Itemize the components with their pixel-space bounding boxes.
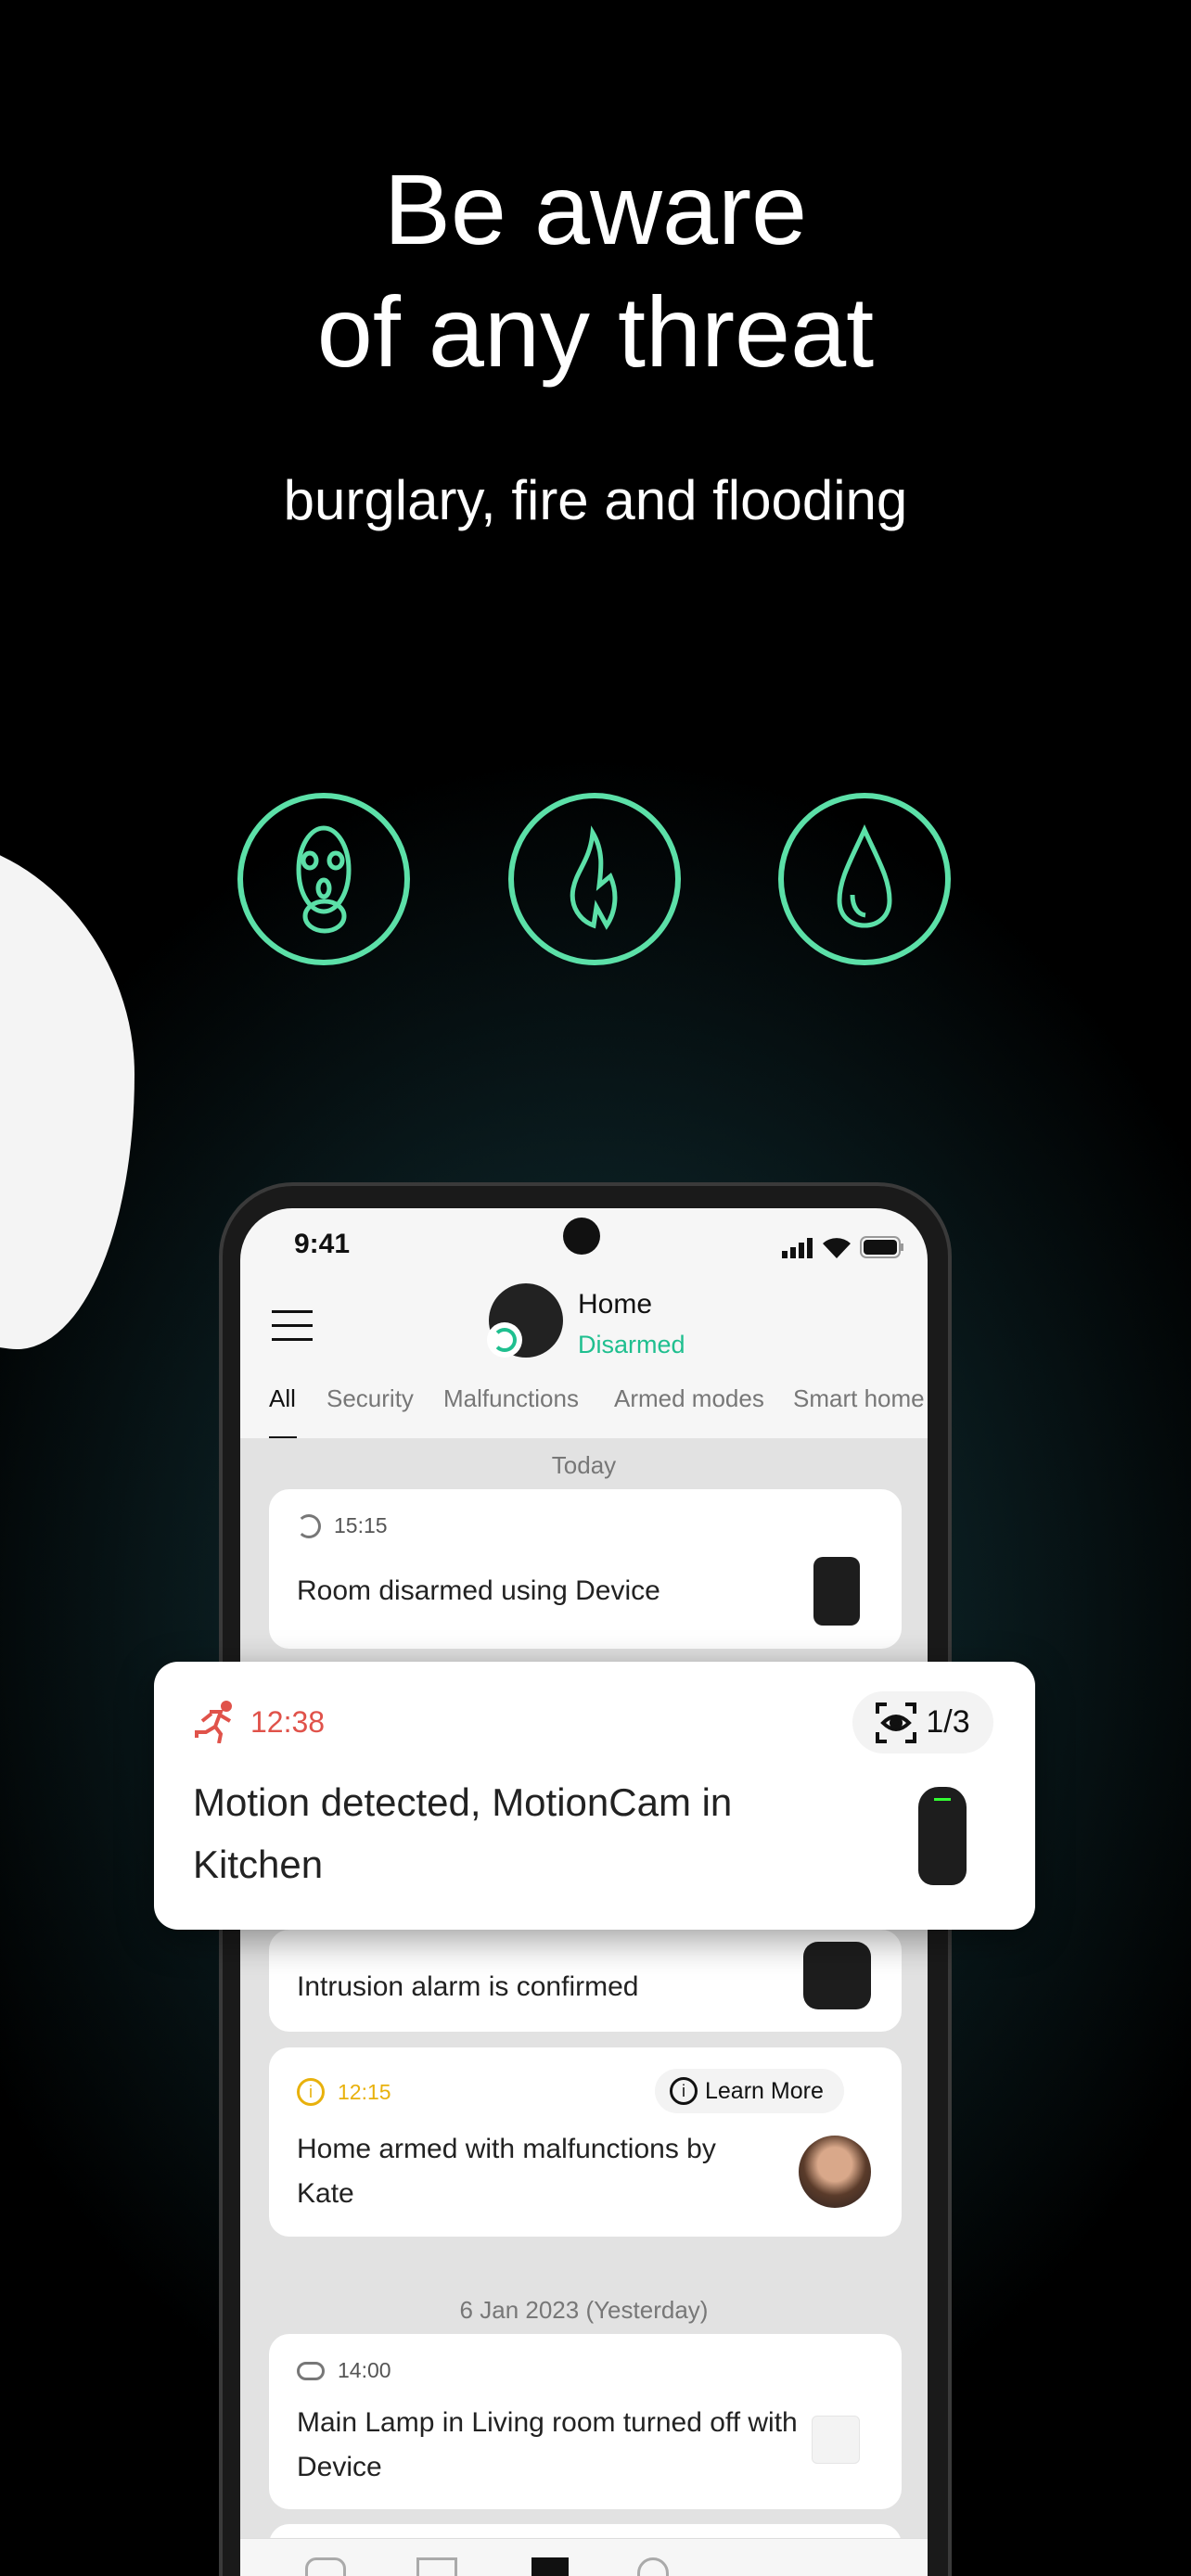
hamburger-icon (272, 1310, 313, 1341)
hero-title: Be aware of any threat (316, 153, 875, 388)
hero-subtitle: burglary, fire and flooding (283, 469, 908, 531)
event-list[interactable]: Today 15:15 Room disarmed using Device I… (240, 1438, 928, 2576)
hub-status: Disarmed (578, 1331, 685, 1358)
menu-button[interactable] (272, 1310, 313, 1346)
section-header-yesterday: 6 Jan 2023 (Yesterday) (459, 2296, 709, 2324)
event-text: Home armed with malfunctions by Kate (297, 2134, 716, 2209)
nav-rooms-icon[interactable] (416, 2557, 457, 2576)
tab-armed-modes[interactable]: Armed modes (614, 1384, 764, 1413)
nav-control-icon[interactable] (637, 2557, 669, 2576)
photo-counter-button[interactable]: 1/3 (852, 1691, 993, 1753)
camera-cutout (563, 1218, 600, 1255)
highlighted-event-card[interactable]: 12:38 1/3 Motion detected, MotionCam in … (154, 1662, 1035, 1930)
hub-device-image (803, 1942, 871, 2009)
signal-icon (782, 1238, 813, 1258)
event-text: Motion detected, MotionCam in Kitchen (193, 1780, 733, 1886)
switch-device-image (812, 2416, 860, 2464)
event-time: 15:15 (334, 1513, 388, 1537)
event-time: 12:15 (338, 2079, 391, 2104)
status-time: 9:41 (294, 1229, 351, 1259)
disarm-icon (297, 1513, 321, 1538)
user-avatar (799, 2136, 871, 2208)
section-header-today: Today (551, 1451, 617, 1479)
event-card[interactable]: 15:15 Room disarmed using Device (269, 1489, 902, 1649)
event-card[interactable]: 14:00 Main Lamp in Living room turned of… (269, 2334, 902, 2509)
motioncam-device-image (918, 1787, 967, 1885)
hub-avatar[interactable] (487, 1283, 563, 1358)
nav-devices-icon[interactable] (305, 2557, 346, 2576)
balaclava-mask-icon (237, 793, 410, 965)
info-icon: i (297, 2078, 325, 2106)
decorative-shape (0, 812, 134, 1367)
event-card[interactable]: Intrusion alarm is confirmed (269, 1930, 902, 2032)
fire-icon (508, 793, 681, 965)
keypad-device-image (813, 1557, 860, 1626)
water-drop-icon (778, 793, 951, 965)
wifi-icon (823, 1238, 851, 1258)
tab-smart-home[interactable]: Smart home (793, 1384, 925, 1413)
nav-notifications-icon[interactable] (531, 2557, 569, 2576)
info-icon: i (670, 2077, 698, 2105)
hub-name: Home (578, 1289, 653, 1320)
tab-malfunctions[interactable]: Malfunctions (443, 1384, 579, 1413)
running-person-icon (195, 1701, 232, 1743)
status-icons (782, 1236, 904, 1258)
event-text: Room disarmed using Device (297, 1575, 660, 1606)
tab-all[interactable]: All (269, 1384, 297, 1439)
event-text: Main Lamp in Living room turned off with… (297, 2407, 798, 2482)
event-text: Intrusion alarm is confirmed (297, 1971, 639, 2002)
photo-view-icon (876, 1702, 917, 1743)
toggle-icon (297, 2361, 325, 2380)
battery-icon (860, 1236, 903, 1258)
disarm-icon (487, 1322, 522, 1358)
event-time: 14:00 (338, 2358, 391, 2382)
tab-security[interactable]: Security (327, 1384, 414, 1413)
learn-more-button[interactable]: i Learn More (655, 2069, 844, 2113)
event-card[interactable]: i 12:15 i Learn More Home armed with malfu… (269, 2047, 902, 2237)
event-time: 12:38 (250, 1704, 326, 1739)
bottom-nav (240, 2538, 928, 2576)
